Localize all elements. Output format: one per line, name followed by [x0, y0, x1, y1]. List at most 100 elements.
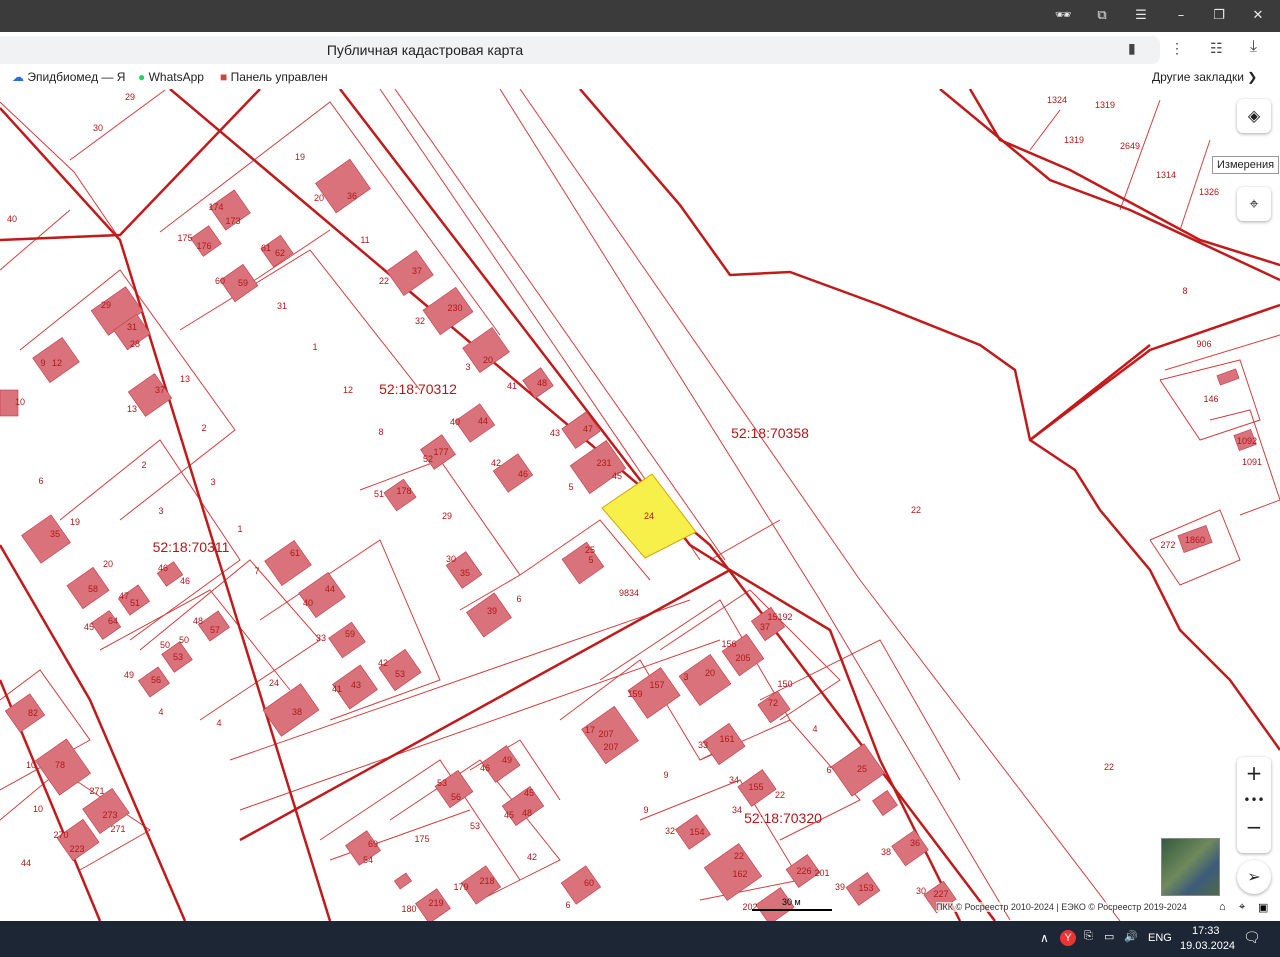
parcel-label: 51: [130, 598, 140, 608]
address-field[interactable]: Публичная кадастровая карта ▮: [0, 36, 1160, 64]
parcel-label: 39: [835, 882, 845, 892]
zoom-in-button[interactable]: +: [1237, 757, 1271, 789]
parcel-label: 4: [158, 707, 163, 717]
reader-icon[interactable]: ☷: [1210, 40, 1223, 57]
browser-titlebar: 🕶 ⧉ ☰ – ❐ ✕: [0, 0, 1280, 32]
clock-date[interactable]: 19.03.2024: [1180, 940, 1235, 952]
menu-icon[interactable]: ☰: [1130, 6, 1152, 26]
parcel-label: 153: [858, 883, 873, 893]
incognito-glasses-icon[interactable]: 🕶: [1052, 6, 1074, 26]
parcel-label: 5: [588, 555, 593, 565]
parcel-label: 37: [760, 622, 770, 632]
parcel-label: 20: [314, 193, 324, 203]
parcel-label: 9834: [619, 588, 639, 598]
more-dots-icon[interactable]: •••: [1237, 789, 1271, 811]
parcel-label: 56: [451, 792, 461, 802]
home-icon[interactable]: ⌂: [1219, 901, 1226, 913]
scale-bar: 30 м: [752, 897, 832, 911]
parcel-label: 10: [15, 397, 25, 407]
location-small-icon[interactable]: ⌖: [1239, 901, 1245, 914]
parcel-label: 177: [433, 447, 448, 457]
parcel-label: 9: [663, 770, 668, 780]
parcel-label: 78: [55, 760, 65, 770]
parcel-label: 22: [911, 505, 921, 515]
parcel-label: 36: [910, 838, 920, 848]
more-icon[interactable]: ⋮: [1170, 40, 1184, 57]
parcel-label: 44: [478, 416, 488, 426]
parcel-label: 35: [460, 568, 470, 578]
parcel-label: 1: [237, 524, 242, 534]
zoom-out-button[interactable]: −: [1237, 811, 1271, 843]
parcel-label: 10: [26, 760, 36, 770]
parcel-label: 3: [465, 362, 470, 372]
map-canvas[interactable]: 24 29301920 36174173175176 61 62114060 59 223…: [0, 89, 1280, 921]
parcel-label: 42: [491, 458, 501, 468]
parcel-label: 59: [238, 278, 248, 288]
bookmark-panel[interactable]: ■ Панель управлен: [220, 70, 332, 84]
parcel-label: 1319: [1064, 135, 1084, 145]
locate-button[interactable]: ⌖: [1237, 187, 1271, 221]
language-indicator[interactable]: ENG: [1148, 932, 1172, 944]
close-icon[interactable]: ✕: [1247, 6, 1269, 26]
parcel-label: 25: [585, 545, 595, 555]
parcel-label: 219: [428, 898, 443, 908]
yandex-icon[interactable]: Y: [1060, 930, 1076, 946]
parcel-label: 45: [524, 788, 534, 798]
crosshair-icon: ⌖: [1249, 194, 1259, 213]
parcel-label: 28: [130, 339, 140, 349]
parcel-label: 29: [442, 511, 452, 521]
notifications-icon[interactable]: 🗨: [1243, 929, 1261, 946]
minimize-icon[interactable]: –: [1170, 6, 1192, 26]
parcel-label: 57: [210, 625, 220, 635]
volume-icon[interactable]: 🔊: [1124, 930, 1138, 943]
network-icon[interactable]: ⎘: [1084, 930, 1093, 943]
parcel-label: 37: [412, 266, 422, 276]
parcel-label: 44: [21, 858, 31, 868]
compass-button[interactable]: ➢: [1237, 860, 1271, 894]
parcel-label: 40: [303, 598, 313, 608]
parcel-label: 48: [522, 808, 532, 818]
parcel-label: 37: [155, 385, 165, 395]
parcel-label: 48: [537, 378, 547, 388]
parcel-label: 8: [378, 427, 383, 437]
satellite-thumbnail[interactable]: [1161, 838, 1220, 896]
bookmark-whatsapp[interactable]: ● WhatsApp: [138, 70, 210, 84]
parcel-label: 34: [732, 805, 742, 815]
highlighted-parcel-label: 24: [644, 511, 654, 521]
other-bookmarks[interactable]: Другие закладки ❯: [1152, 70, 1257, 84]
parcel-label: 61: [261, 243, 271, 253]
parcel-label: 41: [332, 684, 342, 694]
parcel-label: 205: [735, 653, 750, 663]
clock-time[interactable]: 17:33: [1192, 925, 1220, 937]
parcel-label: 60: [584, 878, 594, 888]
parcel-label: 7: [254, 566, 259, 576]
parcel-label: 207: [598, 729, 613, 739]
layers-button[interactable]: ◈: [1237, 99, 1271, 133]
parcel-label: 5: [568, 482, 573, 492]
cadastral-map[interactable]: 24 29 30 19 20 36 174 173 175 176 61 62 11 40 60 59 22 3…: [0, 89, 1280, 921]
parcel-label: 2: [141, 460, 146, 470]
parcel-label: 45: [504, 810, 514, 820]
download-icon[interactable]: ⤓: [1250, 38, 1257, 56]
print-icon[interactable]: ▣: [1258, 901, 1268, 914]
display-icon[interactable]: ▭: [1104, 930, 1114, 943]
parcel-label: 1: [312, 342, 317, 352]
chevron-up-icon[interactable]: ∧: [1040, 931, 1049, 945]
parcel-label: 1091: [1242, 457, 1262, 467]
whatsapp-icon: ●: [138, 70, 146, 84]
restore-icon[interactable]: ❐: [1208, 6, 1230, 26]
parcel-label: 36: [347, 191, 357, 201]
parcel-label: 175: [177, 233, 192, 243]
parcel-label: 47: [119, 591, 129, 601]
parcel-label: 30: [446, 554, 456, 564]
parcel-label: 207: [603, 742, 618, 752]
parcel-label: 176: [196, 241, 211, 251]
tabs-icon[interactable]: ⧉: [1091, 6, 1113, 26]
page-title: Публичная кадастровая карта: [326, 42, 524, 58]
layers-icon: ◈: [1247, 106, 1261, 125]
parcel-label: 40: [7, 214, 17, 224]
bookmark-icon[interactable]: ▮: [1128, 40, 1136, 57]
parcel-label: 82: [28, 708, 38, 718]
bookmark-epidbiomed[interactable]: ☁ Эпидбиомед — Я: [12, 70, 125, 84]
parcel-label: 226: [796, 866, 811, 876]
